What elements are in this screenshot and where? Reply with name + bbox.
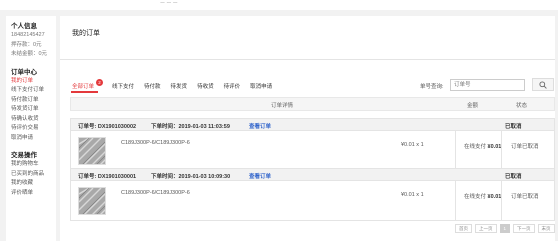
product-thumbnail[interactable] [78,187,106,215]
product-name[interactable]: C189J300P-6/C189J300P-6 [121,140,190,146]
payment-info: 在线支付 ¥0.01 [464,142,501,150]
order-count-badge: 2 [96,79,104,86]
payment-amount: ¥0.01 [487,194,502,200]
search-button[interactable] [532,78,554,91]
column-divider [455,181,456,221]
active-tab-underline [71,91,98,93]
personal-info-title: 个人信息 [11,23,37,30]
tab-offline-payment[interactable]: 线下支付 [112,82,134,90]
payment-method: 在线支付 [464,144,487,150]
payment-info: 在线支付 ¥0.01 [464,192,501,200]
order-time: 下单时间：2019-01-03 10:09:30 [151,174,231,180]
order-card: 订单号: DX1901030002 下单时间：2019-01-03 11:03:… [70,118,555,171]
tab-cancel-requests[interactable]: 取消申请 [250,82,272,90]
sidebar-item-cart[interactable]: 我的购物车 [11,160,56,170]
pager-last[interactable]: 末页 [537,224,555,233]
order-number: 订单号: DX1901030002 [78,124,137,130]
main-panel: 我的订单 全部订单 2 线下支付 待付款 待发货 待收货 待评价 取消申请 单号查… [60,16,555,241]
tab-pending-review[interactable]: 待评价 [224,82,241,90]
product-price-qty: ¥0.01 x 1 [401,192,424,198]
tab-pending-receipt[interactable]: 待收货 [197,82,214,90]
order-search-label: 单号查询: [420,84,444,90]
page-title: 我的订单 [72,30,100,37]
column-divider [455,131,456,171]
order-card: 订单号: DX1901030001 下单时间：2019-01-03 10:09:… [70,168,555,221]
sidebar: 个人信息 18482145427 押存款：0元 未结金额：0元 订单中心 我的订… [6,16,56,241]
pagination: 首页 上一页 1 下一页 末页 [455,224,558,233]
payment-method: 在线支付 [464,194,487,200]
title-divider [60,59,555,60]
product-thumbnail[interactable] [78,137,106,165]
pager-prev[interactable]: 上一页 [475,224,497,233]
view-order-link[interactable]: 查看订单 [249,122,271,130]
unsettled-amount: 未结金额：0元 [11,51,48,57]
top-text: ー ー ー [160,1,178,7]
order-time: 下单时间：2019-01-03 11:03:59 [151,124,230,130]
column-divider [501,181,502,221]
order-search-input[interactable] [450,79,525,91]
sidebar-item-favorites[interactable]: 我的收藏 [11,179,56,189]
sidebar-item-pending-shipment[interactable]: 待发货订单 [11,105,56,115]
sidebar-item-cancel-requests[interactable]: 取消申请 [11,134,56,144]
sidebar-item-purchased[interactable]: 已买到的商品 [11,170,56,180]
pager-first[interactable]: 首页 [455,224,472,233]
order-number: 订单号: DX1901030001 [78,174,137,180]
sidebar-item-pending-payment[interactable]: 待付款订单 [11,96,56,106]
product-name[interactable]: C189J300P-6/C189J300P-6 [121,190,190,196]
sidebar-item-pending-receipt[interactable]: 待确认收货 [11,115,56,125]
tab-pending-shipment[interactable]: 待发货 [171,82,188,90]
order-status-header: 已取消 [505,174,522,180]
sidebar-item-pending-review[interactable]: 待评价交易 [11,124,56,134]
order-center-title: 订单中心 [11,68,37,76]
marble-image-icon [79,138,105,164]
marble-image-icon [79,188,105,214]
tab-all-orders-label: 全部订单 [72,84,95,90]
order-status-detail: 订单已取消 [511,144,539,150]
header-status: 状态 [516,103,528,109]
orders-table-header: 订单详情 金额 状态 [70,97,555,111]
product-price-qty: ¥0.01 x 1 [401,142,424,148]
header-order-detail: 订单详情 [271,103,294,109]
view-order-link[interactable]: 查看订单 [249,172,271,180]
payment-amount: ¥0.01 [487,144,502,150]
sidebar-item-reviews[interactable]: 评价晒单 [11,189,56,199]
trade-ops-title: 交易操作 [11,152,37,159]
deposit-balance: 押存款：0元 [11,41,42,48]
order-tabs: 全部订单 2 线下支付 待付款 待发货 待收货 待评价 取消申请 [72,79,282,90]
order-card-header: 订单号: DX1901030001 下单时间：2019-01-03 10:09:… [71,169,554,181]
order-status-detail: 订单已取消 [511,194,539,200]
pager-current-page[interactable]: 1 [499,224,511,233]
tab-all-orders[interactable]: 全部订单 2 [72,79,104,90]
top-strip: ー ー ー [0,0,558,10]
header-amount: 金额 [467,103,479,109]
search-icon [539,81,547,89]
tab-pending-payment[interactable]: 待付款 [144,82,161,90]
pager-next[interactable]: 下一页 [513,224,535,233]
sidebar-item-my-orders[interactable]: 我的订单 [11,77,56,87]
order-status-header: 已取消 [505,124,522,130]
sidebar-item-offline-orders[interactable]: 线下支付订单 [11,86,56,96]
phone-number: 18482145427 [11,32,45,38]
order-card-header: 订单号: DX1901030002 下单时间：2019-01-03 11:03:… [71,119,554,131]
column-divider [501,131,502,171]
